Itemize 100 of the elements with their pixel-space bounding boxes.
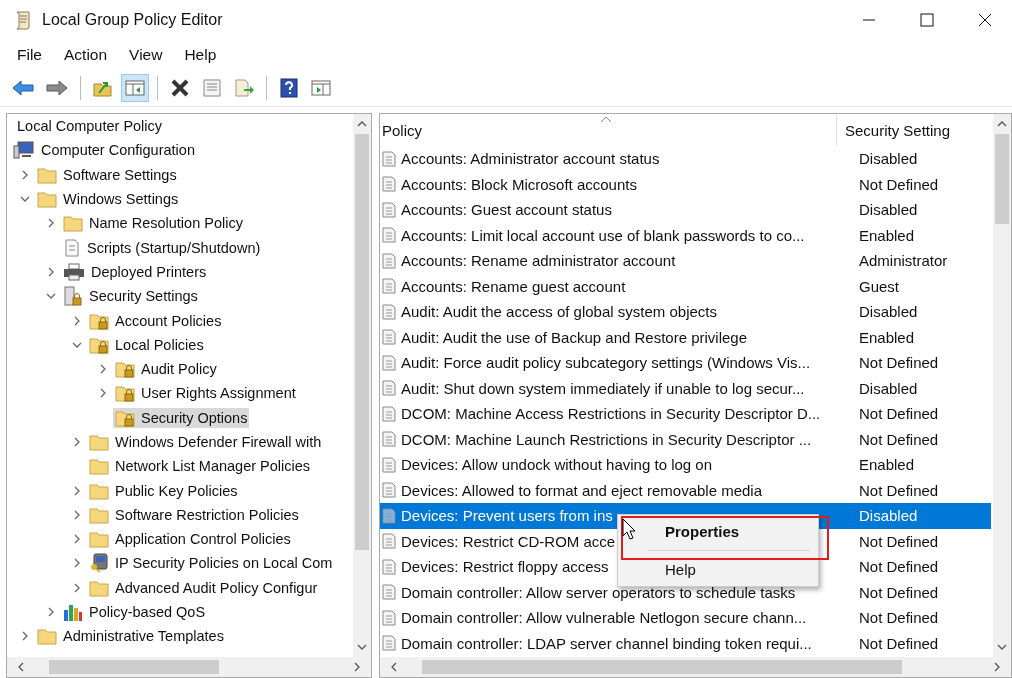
table-cell[interactable]: Domain controller: Allow vulnerable Netlogon secure chann...: [401, 609, 807, 627]
printer-icon: [63, 262, 85, 281]
table-cell-text: Enabled: [858, 456, 915, 474]
folder-icon: [89, 530, 109, 549]
scrollbar-thumb[interactable]: [49, 660, 219, 674]
table-cell-text: Disabled: [858, 379, 918, 397]
table-cell-text: Not Defined: [858, 430, 939, 448]
table-cell-text: Administrator: [858, 252, 948, 270]
scroll-left-icon[interactable]: [390, 662, 398, 672]
scroll-down-icon[interactable]: [997, 643, 1007, 651]
computer-icon: [13, 141, 35, 160]
table-cell-text: Not Defined: [858, 558, 939, 576]
sheet-icon: [202, 79, 222, 97]
scrollbar-thumb[interactable]: [422, 660, 903, 674]
tree-item[interactable]: Local Policies: [87, 334, 206, 355]
document-icon: [382, 609, 396, 626]
scrollbar-thumb[interactable]: [355, 134, 369, 550]
tree-item[interactable]: Policy-based QoS: [61, 601, 208, 624]
tree-item[interactable]: Deployed Printers: [61, 261, 209, 282]
scroll-right-icon[interactable]: [993, 662, 1001, 672]
folder-icon: [37, 165, 57, 184]
maximize-icon[interactable]: [920, 13, 934, 27]
table-cell-text: Not Defined: [858, 175, 939, 193]
table-cell[interactable]: Audit: Audit the access of global system objects: [401, 303, 717, 321]
table-cell[interactable]: Devices: Allowed to format and eject removable media: [401, 481, 762, 499]
table-cell-text: Not Defined: [858, 532, 939, 550]
forward-arrow-icon: [46, 79, 68, 97]
menu-item[interactable]: Help: [184, 46, 217, 64]
tree-item[interactable]: Account Policies: [87, 310, 224, 331]
tree-item[interactable]: Audit Policy: [113, 359, 219, 380]
scroll-right-icon[interactable]: [353, 662, 361, 672]
tree-item[interactable]: Public Key Policies: [87, 480, 240, 501]
pane-icon: [125, 79, 145, 97]
tree-item[interactable]: Software Restriction Policies: [87, 504, 301, 525]
tree-item[interactable]: Scripts (Startup/Shutdown): [61, 237, 263, 258]
folder-icon: [89, 433, 109, 451]
tree-button[interactable]: [121, 74, 149, 102]
scroll-left-icon[interactable]: [17, 662, 25, 672]
table-cell[interactable]: Domain controller: LDAP server channel binding token requi...: [401, 634, 812, 652]
tree-item[interactable]: Security Settings: [61, 285, 200, 308]
table-cell[interactable]: DCOM: Machine Access Restrictions in Security Descriptor D...: [401, 405, 821, 423]
table-cell[interactable]: Accounts: Block Microsoft accounts: [401, 175, 637, 193]
tree-item[interactable]: Computer Configuration: [11, 140, 197, 161]
tree-item[interactable]: User Rights Assignment: [113, 383, 298, 404]
tree-item[interactable]: Name Resolution Policy: [61, 213, 245, 234]
tree-item[interactable]: Advanced Audit Policy Configur: [87, 577, 320, 598]
folder-icon: [89, 457, 109, 476]
document-icon: [382, 558, 396, 575]
table-cell-text: Not Defined: [858, 609, 939, 627]
table-cell[interactable]: Devices: Prevent users from ins: [401, 507, 613, 525]
menu-item[interactable]: File: [17, 46, 42, 64]
table-cell-text: Enabled: [858, 226, 915, 244]
folder-arrow-icon: [93, 79, 113, 97]
menu-item[interactable]: View: [129, 46, 163, 64]
pane-icon: [311, 79, 331, 97]
close-icon[interactable]: [978, 13, 992, 27]
table-cell-text: Disabled: [858, 150, 918, 168]
document-icon: [382, 482, 396, 499]
table-cell[interactable]: Accounts: Guest account status: [401, 201, 612, 219]
tree-item[interactable]: IP Security Policies on Local Com: [87, 552, 335, 575]
tree-item[interactable]: Windows Settings: [35, 189, 181, 210]
table-cell[interactable]: Accounts: Rename administrator account: [401, 252, 676, 270]
table-cell[interactable]: Audit: Audit the use of Backup and Restore privilege: [401, 328, 748, 346]
tree-item[interactable]: Software Settings: [35, 164, 179, 185]
scrollbar-thumb[interactable]: [995, 134, 1009, 224]
table-cell[interactable]: Audit: Force audit policy subcategory settings (Windows Vis...: [401, 354, 811, 372]
menu-item[interactable]: Action: [64, 46, 108, 64]
table-cell[interactable]: Accounts: Rename guest account: [401, 277, 626, 295]
table-cell[interactable]: Devices: Allow undock without having to log on: [401, 456, 712, 474]
folder-icon: [89, 481, 109, 500]
table-cell[interactable]: Domain controller: Allow server operators to schedule tasks: [401, 583, 796, 601]
table-cell[interactable]: Devices: Restrict CD-ROM acce: [401, 532, 616, 550]
bar-chart-icon: [63, 602, 83, 623]
table-cell[interactable]: Accounts: Limit local account use of blank passwords to co...: [401, 226, 805, 244]
document-icon: [382, 380, 396, 397]
table-cell[interactable]: Accounts: Administrator account status: [401, 150, 660, 168]
document-icon: [382, 252, 396, 269]
menu-item[interactable]: Help: [618, 557, 818, 582]
scroll-up-icon[interactable]: [357, 120, 367, 128]
tree-item[interactable]: Local Computer Policy: [17, 118, 163, 135]
menu-item[interactable]: Properties: [618, 519, 818, 544]
tree-item[interactable]: Administrative Templates: [35, 626, 226, 647]
document-icon: [63, 238, 81, 257]
column-header[interactable]: Security Setting: [836, 114, 951, 146]
table-cell-text: Not Defined: [858, 634, 939, 652]
document-icon: [382, 507, 396, 524]
scroll-icon: [14, 10, 32, 30]
scroll-up-icon[interactable]: [997, 120, 1007, 128]
table-cell[interactable]: DCOM: Machine Launch Restrictions in Security Descriptor ...: [401, 430, 812, 448]
column-header[interactable]: Policy: [380, 121, 836, 139]
server-lock-icon: [63, 286, 83, 307]
tree-item[interactable]: Network List Manager Policies: [87, 456, 313, 477]
document-icon: [382, 354, 396, 371]
tree-item[interactable]: Application Control Policies: [87, 529, 293, 550]
table-cell[interactable]: Audit: Shut down system immediately if unable to log secur...: [401, 379, 805, 397]
tree-item[interactable]: Windows Defender Firewall with: [87, 432, 324, 452]
scroll-down-icon[interactable]: [357, 643, 367, 651]
tree-item[interactable]: Security Options: [113, 407, 250, 428]
export-icon: [234, 79, 254, 97]
table-cell[interactable]: Devices: Restrict floppy access: [401, 558, 609, 576]
